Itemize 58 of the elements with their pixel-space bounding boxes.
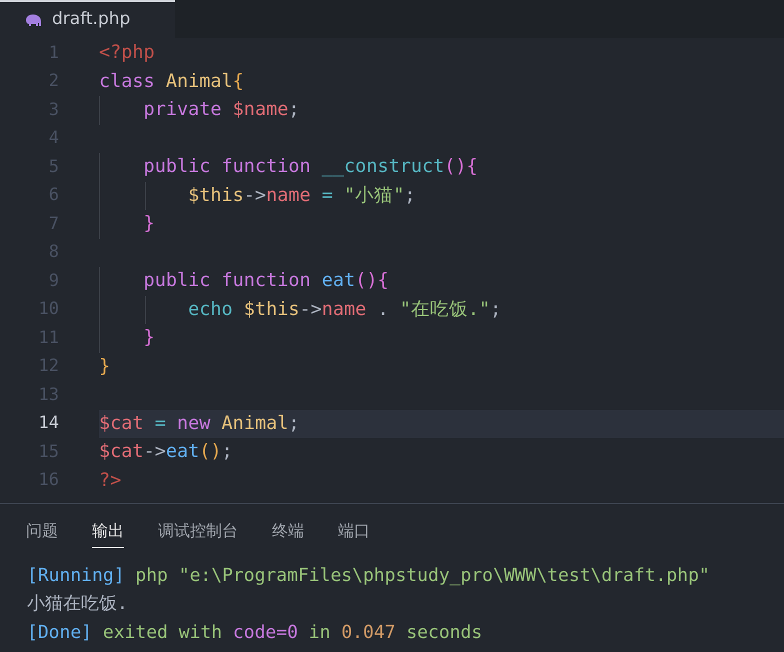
code-token: public function: [142, 155, 311, 180]
code-token: ?>: [99, 468, 122, 493]
code-token: ->: [244, 184, 266, 208]
code-token: public function: [142, 269, 311, 294]
output-text: [Running]: [27, 564, 125, 588]
panel-tab[interactable]: 输出: [92, 519, 124, 548]
output-text: code=0: [232, 620, 298, 645]
code-token: (): [199, 440, 222, 464]
code-token: new: [176, 412, 210, 436]
code-token: ;: [288, 412, 300, 436]
output-text: seconds: [405, 620, 482, 645]
code-token: (){: [355, 269, 389, 294]
code-token: ;: [222, 440, 233, 464]
code-token: <?php: [99, 41, 155, 66]
code-token: name: [266, 184, 311, 208]
output-text: in: [308, 620, 332, 645]
panel-tab[interactable]: 端口: [338, 519, 370, 548]
code-token: }: [142, 212, 155, 236]
code-token: ->: [144, 440, 166, 464]
code-token: __construct: [320, 155, 444, 180]
code-token: $cat: [99, 440, 144, 464]
code-token: class: [99, 70, 155, 94]
code-token: (){: [444, 155, 478, 180]
output-text: 小猫在吃饭.: [27, 592, 128, 616]
code-token: {: [232, 70, 244, 94]
code-token: }: [99, 354, 110, 379]
tab-label: draft.php: [52, 8, 130, 32]
panel-tab[interactable]: 问题: [26, 519, 58, 548]
code-token: $cat: [99, 412, 144, 436]
code-token: ;: [288, 98, 300, 122]
code-token: echo: [187, 298, 233, 322]
code-token: Animal: [220, 412, 288, 436]
code-token: }: [142, 326, 155, 350]
code-token: ;: [404, 184, 416, 208]
code-token: "在吃饭.": [398, 298, 490, 322]
code-token: "小猫": [343, 184, 404, 208]
code-token: =: [320, 184, 333, 208]
code-token: eat: [166, 440, 200, 464]
code-token: ;: [490, 298, 502, 322]
code-token: ->: [299, 298, 322, 322]
output-text: [Done]: [27, 620, 92, 645]
code-token: $name: [232, 98, 288, 122]
line-number: 14: [38, 412, 59, 435]
elephant-icon: [25, 14, 42, 26]
code-token: private: [142, 98, 222, 122]
output-text: php "e:\ProgramFiles\phpstudy_pro\WWW\test\draft.php": [134, 564, 710, 588]
panel-tab[interactable]: 调试控制台: [158, 519, 238, 548]
code-token: eat: [320, 269, 356, 294]
code-token: $this: [187, 184, 244, 208]
code-token: =: [154, 412, 166, 436]
editor-tab[interactable]: draft.php: [0, 0, 175, 38]
panel-tab[interactable]: 终端: [272, 519, 304, 548]
code-token: name: [322, 298, 366, 322]
code-token: Animal: [164, 70, 233, 94]
output-text: exited with: [102, 620, 224, 645]
code-token: $this: [242, 298, 300, 322]
output-text: 0.047: [341, 620, 396, 645]
code-token: .: [376, 298, 389, 322]
